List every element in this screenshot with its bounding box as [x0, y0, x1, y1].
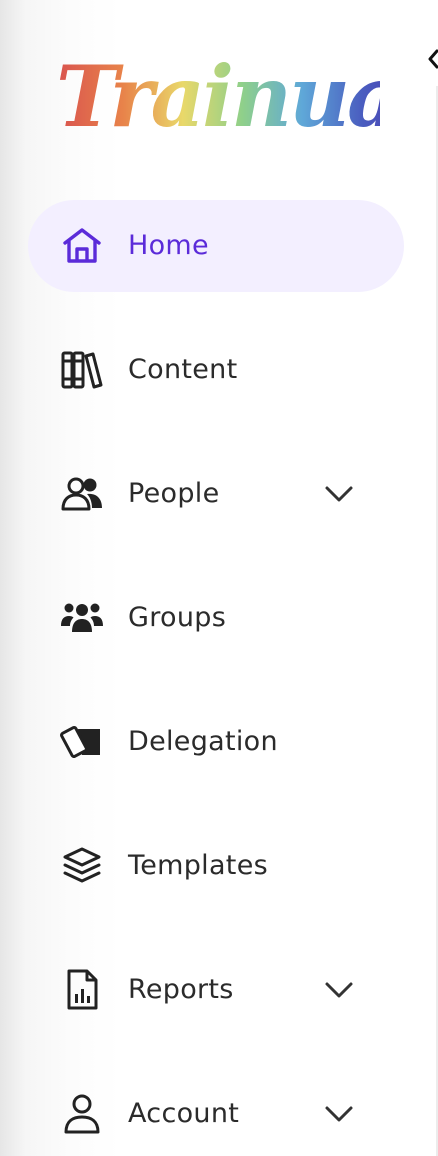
user-icon — [60, 1092, 104, 1136]
sidebar-item-label: Groups — [128, 602, 227, 633]
sidebar-item-label: Home — [128, 230, 209, 261]
chevron-down-icon[interactable] — [324, 976, 354, 1004]
sidebar-item-label: People — [128, 478, 220, 509]
sidebar-item-account[interactable]: Account — [28, 1068, 404, 1156]
chevron-left-icon — [428, 49, 438, 69]
sidebar: Trainual Home Content — [0, 0, 438, 1156]
sidebar-item-content[interactable]: Content — [28, 324, 404, 416]
chevron-down-icon[interactable] — [324, 480, 354, 508]
sidebar-item-label: Reports — [128, 974, 234, 1005]
sidebar-item-groups[interactable]: Groups — [28, 572, 404, 664]
sidebar-item-people[interactable]: People — [28, 448, 404, 540]
sidebar-item-label: Delegation — [128, 726, 278, 757]
sidebar-item-home[interactable]: Home — [28, 200, 404, 292]
delegation-cards-icon — [60, 720, 104, 764]
trainual-logo-wordmark: Trainual — [56, 47, 380, 144]
sidebar-item-delegation[interactable]: Delegation — [28, 696, 404, 788]
sidebar-item-reports[interactable]: Reports — [28, 944, 404, 1036]
collapse-sidebar-button[interactable] — [426, 44, 438, 74]
people-icon — [60, 472, 104, 516]
chevron-down-icon[interactable] — [324, 1100, 354, 1128]
report-chart-icon — [60, 968, 104, 1012]
books-icon — [60, 348, 104, 392]
groups-icon — [60, 596, 104, 640]
sidebar-item-label: Content — [128, 354, 238, 385]
svg-text:Trainual: Trainual — [56, 47, 380, 144]
sidebar-item-label: Templates — [128, 850, 268, 881]
sidebar-item-templates[interactable]: Templates — [28, 820, 404, 912]
sidebar-item-label: Account — [128, 1098, 240, 1129]
home-icon — [60, 224, 104, 268]
trainual-logo[interactable]: Trainual — [50, 40, 380, 144]
layers-icon — [60, 844, 104, 888]
